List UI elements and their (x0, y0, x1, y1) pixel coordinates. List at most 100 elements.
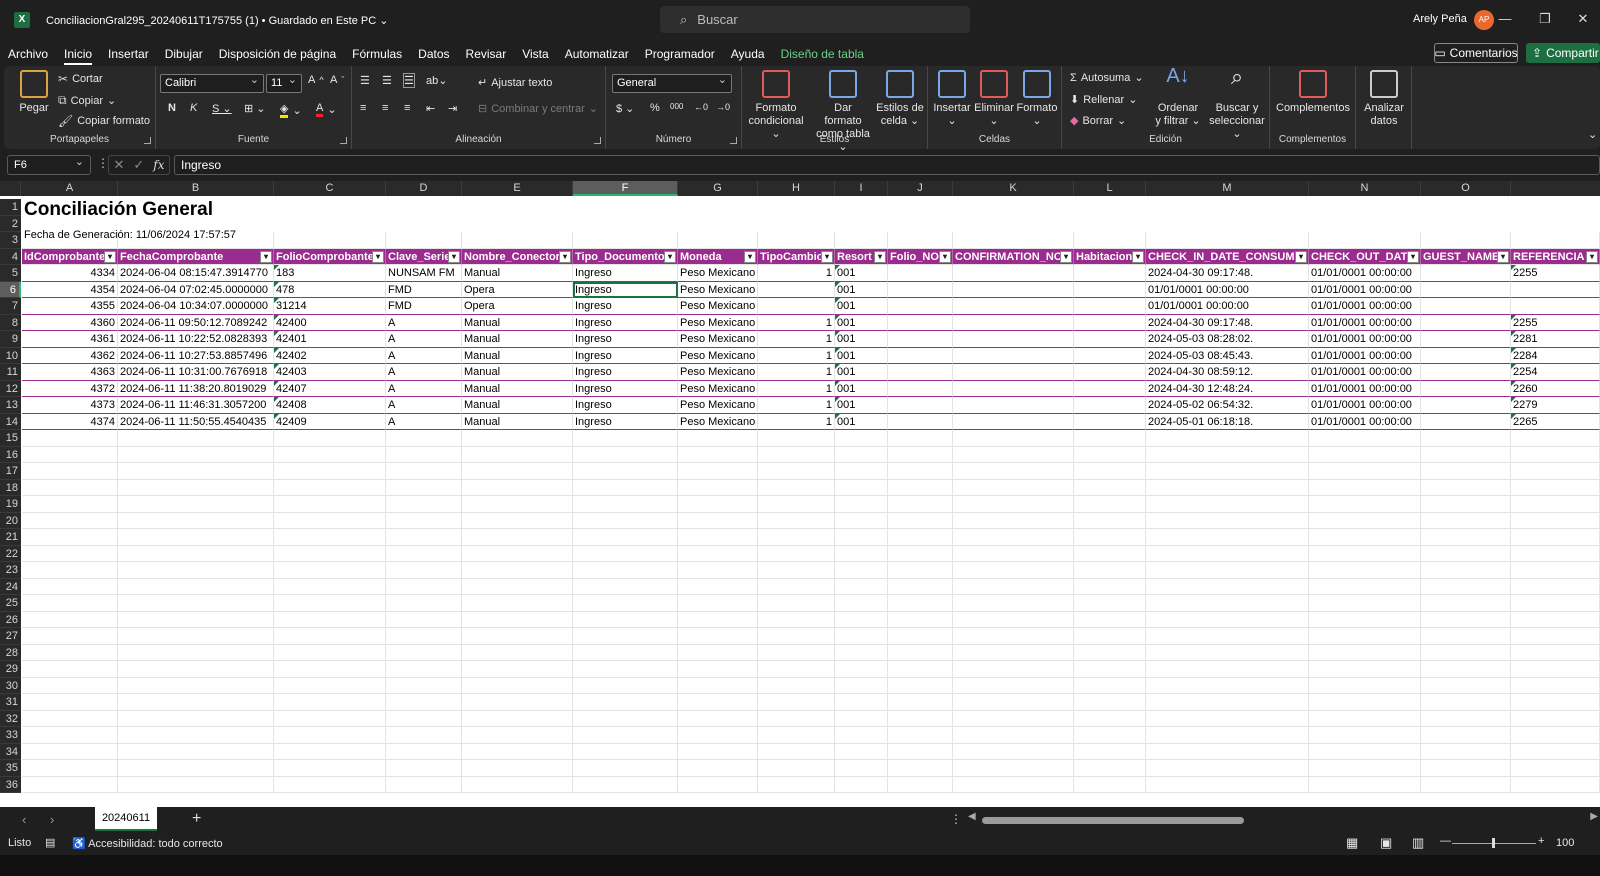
empty-cell[interactable] (462, 776, 573, 793)
align-left-icon[interactable]: ≡ (360, 102, 366, 114)
insert-function-icon[interactable]: fx (153, 158, 164, 172)
empty-cell[interactable] (386, 545, 462, 562)
empty-cell[interactable] (573, 743, 678, 760)
filter-dropdown-icon[interactable]: ▾ (104, 250, 116, 263)
empty-cell[interactable] (386, 727, 462, 744)
empty-cell[interactable] (1146, 578, 1309, 595)
empty-cell[interactable] (1146, 710, 1309, 727)
search-box[interactable]: ⌕ Buscar (660, 6, 970, 33)
row-header[interactable]: 4 (0, 248, 21, 265)
table-cell[interactable]: 1 (758, 265, 835, 282)
menu-disposicion[interactable]: Disposición de página (211, 47, 344, 61)
table-header-cell[interactable]: Habitacion ▾ (1074, 248, 1146, 265)
table-cell[interactable]: Manual (462, 314, 573, 331)
table-cell[interactable]: 4360 (22, 314, 118, 331)
empty-cell[interactable] (835, 232, 888, 249)
empty-cell[interactable] (386, 644, 462, 661)
table-cell[interactable] (888, 347, 953, 364)
table-cell[interactable] (888, 413, 953, 430)
empty-cell[interactable] (678, 743, 758, 760)
empty-cell[interactable] (462, 232, 573, 249)
table-cell[interactable] (1421, 298, 1511, 315)
empty-cell[interactable] (1074, 644, 1146, 661)
menu-diseno-tabla[interactable]: Diseño de tabla (773, 47, 872, 61)
empty-cell[interactable] (888, 545, 953, 562)
table-cell[interactable]: Manual (462, 331, 573, 348)
empty-cell[interactable] (953, 232, 1074, 249)
empty-cell[interactable] (386, 611, 462, 628)
empty-cell[interactable] (758, 529, 835, 546)
scroll-right-icon[interactable]: ▶ (1590, 811, 1598, 822)
table-header-cell[interactable]: Tipo_Documento ▾ (573, 248, 678, 265)
empty-cell[interactable] (118, 512, 274, 529)
cut-button[interactable]: ✂ Cortar (58, 72, 103, 86)
cancel-icon[interactable]: ✕ (113, 157, 124, 173)
decrease-indent-icon[interactable]: ⇤ (426, 102, 435, 115)
empty-cell[interactable] (573, 496, 678, 513)
empty-cell[interactable] (22, 578, 118, 595)
table-cell[interactable]: 2024-04-30 12:48:24. (1146, 380, 1309, 397)
empty-cell[interactable] (1421, 628, 1511, 645)
empty-cell[interactable] (22, 776, 118, 793)
zoom-slider-thumb[interactable] (1492, 838, 1495, 848)
empty-cell[interactable] (1421, 545, 1511, 562)
empty-cell[interactable] (678, 479, 758, 496)
empty-cell[interactable] (1421, 578, 1511, 595)
empty-cell[interactable] (1421, 677, 1511, 694)
minimize-icon[interactable]: — (1494, 8, 1516, 30)
column-header[interactable]: D (386, 181, 462, 196)
table-cell[interactable]: NUNSAM FM (386, 265, 462, 282)
table-cell[interactable]: 1 (758, 397, 835, 414)
table-cell[interactable] (1421, 413, 1511, 430)
table-cell[interactable] (1074, 397, 1146, 414)
table-cell[interactable] (888, 364, 953, 381)
empty-cell[interactable] (274, 727, 386, 744)
empty-cell[interactable] (888, 479, 953, 496)
zoom-level[interactable]: 100 (1556, 837, 1600, 849)
row-header[interactable]: 15 (0, 430, 21, 447)
table-cell[interactable]: 2024-06-11 11:38:20.8019029 (118, 380, 274, 397)
autosum-button[interactable]: Σ Autosuma ⌄ (1070, 71, 1144, 85)
empty-cell[interactable] (118, 545, 274, 562)
empty-cell[interactable] (573, 430, 678, 447)
empty-cell[interactable] (1511, 496, 1600, 513)
table-cell[interactable]: 01/01/0001 00:00:00 (1309, 397, 1421, 414)
table-cell[interactable]: 1 (758, 314, 835, 331)
empty-cell[interactable] (835, 710, 888, 727)
empty-cell[interactable] (1146, 661, 1309, 678)
sheet-tab-active[interactable]: 20240611 (95, 807, 157, 831)
table-cell[interactable]: 42408 (274, 397, 386, 414)
table-cell[interactable]: 2024-06-04 07:02:45.0000000 (118, 281, 274, 298)
empty-cell[interactable] (386, 562, 462, 579)
empty-cell[interactable] (1074, 661, 1146, 678)
table-cell[interactable]: 4373 (22, 397, 118, 414)
table-cell[interactable] (888, 281, 953, 298)
column-header[interactable]: H (758, 181, 835, 196)
table-cell[interactable]: 01/01/0001 00:00:00 (1309, 281, 1421, 298)
row-header[interactable]: 14 (0, 413, 21, 430)
table-cell[interactable]: 2024-06-11 11:50:55.4540435 (118, 413, 274, 430)
empty-cell[interactable] (1511, 529, 1600, 546)
empty-cell[interactable] (118, 611, 274, 628)
filter-dropdown-icon[interactable]: ▾ (939, 250, 951, 263)
italic-button[interactable]: K (190, 102, 197, 114)
table-cell[interactable]: 01/01/0001 00:00:00 (1309, 380, 1421, 397)
empty-cell[interactable] (274, 512, 386, 529)
empty-cell[interactable] (462, 529, 573, 546)
empty-cell[interactable] (118, 710, 274, 727)
table-header-cell[interactable]: FechaComprobante ▾ (118, 248, 274, 265)
table-header-cell[interactable]: CONFIRMATION_NO ▾ (953, 248, 1074, 265)
table-cell[interactable]: Opera (462, 298, 573, 315)
empty-cell[interactable] (835, 694, 888, 711)
table-cell[interactable]: 4363 (22, 364, 118, 381)
table-cell[interactable]: 2024-06-11 10:31:00.7676918 (118, 364, 274, 381)
empty-cell[interactable] (1421, 776, 1511, 793)
empty-cell[interactable] (22, 479, 118, 496)
empty-cell[interactable] (835, 595, 888, 612)
empty-cell[interactable] (1074, 578, 1146, 595)
empty-cell[interactable] (274, 479, 386, 496)
zoom-out-icon[interactable]: — (1440, 835, 1451, 847)
dialog-launcher-icon[interactable] (594, 137, 601, 144)
empty-cell[interactable] (835, 512, 888, 529)
table-cell[interactable]: 2024-05-03 08:45:43. (1146, 347, 1309, 364)
